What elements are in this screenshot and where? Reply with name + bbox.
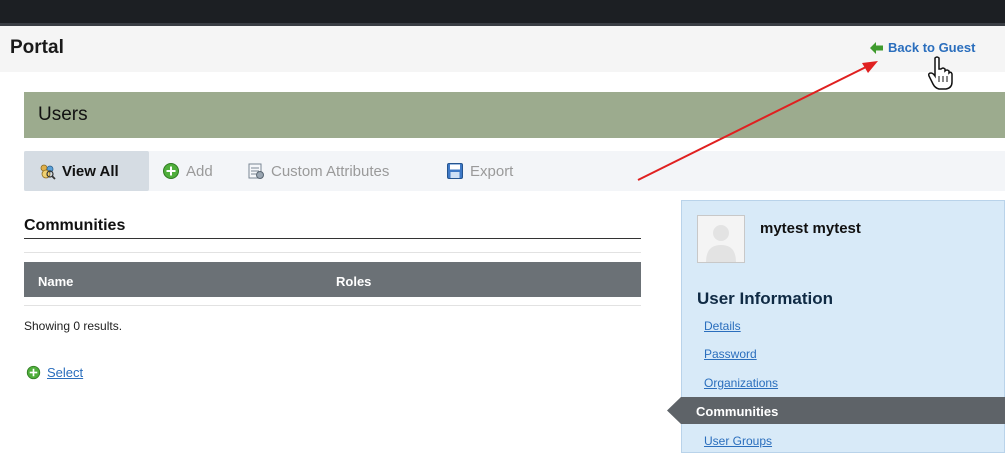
- nav-organizations-link[interactable]: Organizations: [704, 376, 778, 390]
- add-icon: [26, 365, 41, 380]
- table-divider: [24, 305, 641, 306]
- select-community-link[interactable]: Select: [26, 365, 83, 380]
- results-count: Showing 0 results.: [24, 319, 123, 333]
- nav-communities-label: Communities: [696, 404, 779, 419]
- custom-attributes-label: Custom Attributes: [271, 162, 390, 180]
- custom-attributes-button[interactable]: Custom Attributes: [247, 151, 389, 191]
- page-title: Portal: [10, 37, 64, 58]
- back-to-guest-label: Back to Guest: [888, 40, 976, 55]
- add-icon: [163, 163, 179, 179]
- add-button[interactable]: Add: [162, 151, 213, 191]
- view-all-icon: [40, 164, 56, 180]
- export-button[interactable]: Export: [446, 151, 513, 191]
- select-label: Select: [47, 365, 84, 380]
- user-full-name: mytest mytest: [760, 220, 861, 237]
- column-name[interactable]: Name: [38, 274, 73, 289]
- communities-heading: Communities: [24, 217, 126, 234]
- view-all-label: View All: [62, 162, 119, 180]
- top-dark-bar: [0, 0, 1005, 23]
- back-arrow-icon: [870, 41, 883, 54]
- heading-divider: [24, 238, 641, 239]
- column-roles[interactable]: Roles: [336, 274, 371, 289]
- save-icon: [447, 163, 463, 179]
- user-silhouette-icon: [698, 216, 744, 262]
- heading-subdivider: [24, 252, 641, 253]
- custom-attributes-icon: [248, 163, 264, 179]
- nav-user-groups-link[interactable]: User Groups: [704, 434, 772, 448]
- communities-table-header: Name Roles: [24, 262, 641, 297]
- nav-details-link[interactable]: Details: [704, 319, 741, 333]
- users-section-bar: [24, 92, 1005, 138]
- add-label: Add: [186, 162, 213, 180]
- section-title: Users: [38, 104, 88, 125]
- nav-password-link[interactable]: Password: [704, 347, 757, 361]
- back-to-guest-link[interactable]: Back to Guest: [870, 40, 975, 55]
- user-information-heading: User Information: [697, 289, 834, 308]
- export-label: Export: [470, 162, 514, 180]
- view-all-button[interactable]: View All: [24, 151, 149, 191]
- avatar: [697, 215, 745, 263]
- portal-header: [0, 26, 1005, 72]
- hand-cursor-icon: [928, 56, 953, 90]
